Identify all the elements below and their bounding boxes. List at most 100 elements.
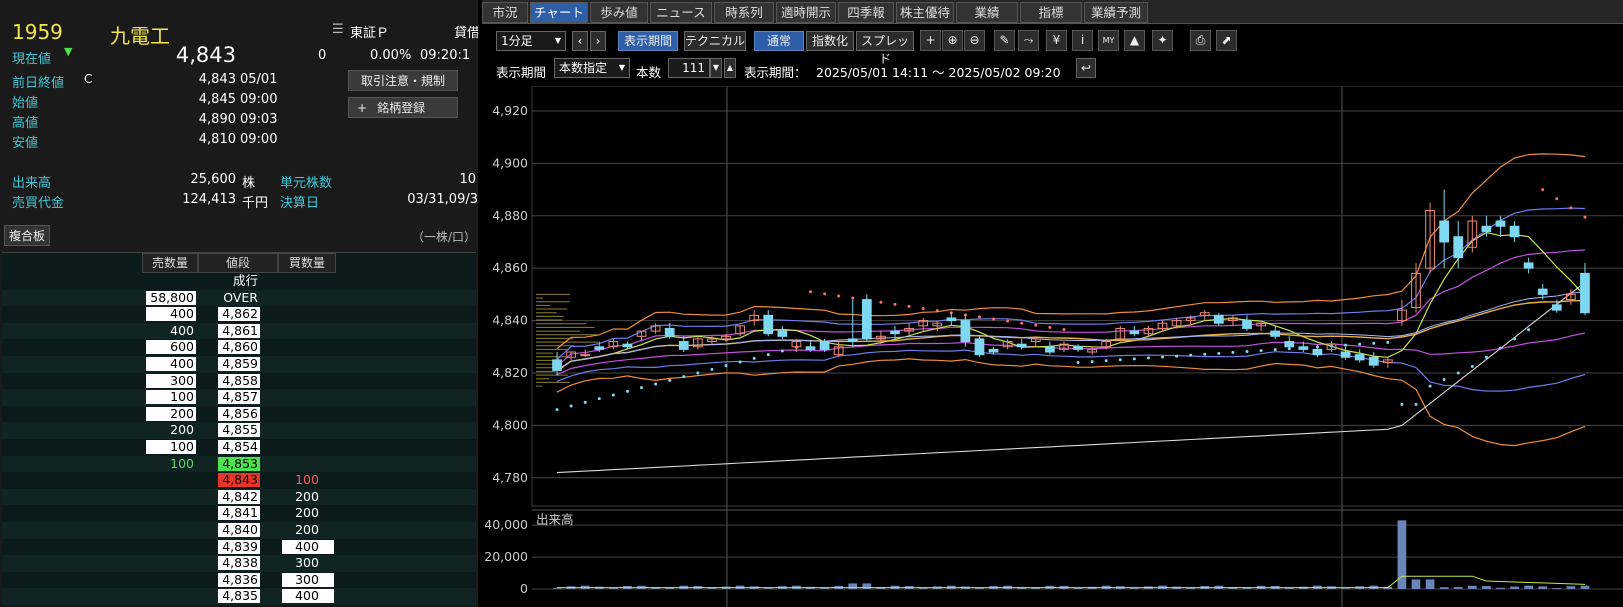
buy-qty-cell[interactable] bbox=[282, 340, 334, 354]
buy-qty-cell[interactable] bbox=[282, 291, 334, 305]
board-row[interactable]: 58,800 OVER bbox=[2, 289, 476, 307]
price-cell[interactable]: OVER bbox=[218, 290, 260, 305]
price-cell[interactable]: 成行 bbox=[218, 274, 260, 288]
board-row[interactable]: 4,842 200 bbox=[2, 488, 476, 506]
spread-button[interactable]: スプレッド bbox=[856, 31, 914, 66]
board-row[interactable]: 成行 bbox=[2, 273, 476, 290]
sell-qty-cell[interactable]: 100 bbox=[146, 456, 196, 471]
buy-qty-cell[interactable] bbox=[282, 374, 334, 388]
interval-select[interactable]: 1分足 ▼ bbox=[496, 31, 566, 51]
sell-qty-cell[interactable] bbox=[146, 473, 196, 487]
sell-qty-cell[interactable] bbox=[146, 274, 196, 288]
tab-2[interactable]: 歩み値 bbox=[590, 2, 648, 23]
price-cell[interactable]: 4,843 bbox=[218, 473, 260, 488]
cursor-icon[interactable]: ⤳ bbox=[1018, 30, 1039, 51]
sell-qty-cell[interactable] bbox=[146, 523, 196, 537]
board-row[interactable]: 100 4,854 bbox=[2, 439, 476, 456]
price-cell[interactable]: 4,842 bbox=[218, 489, 260, 504]
board-row[interactable]: 400 4,859 bbox=[2, 356, 476, 373]
compare-icon[interactable]: MY bbox=[1098, 30, 1119, 51]
buy-qty-cell[interactable] bbox=[282, 357, 334, 371]
price-cell[interactable]: 4,857 bbox=[218, 390, 260, 405]
tab-10[interactable]: 業績予測 bbox=[1084, 2, 1148, 23]
buy-qty-cell[interactable] bbox=[282, 457, 334, 471]
buy-qty-cell[interactable]: 300 bbox=[282, 572, 334, 587]
tab-8[interactable]: 業績 bbox=[956, 2, 1018, 23]
zoom-in-icon[interactable]: ⊕ bbox=[942, 30, 963, 51]
sell-qty-cell[interactable]: 200 bbox=[146, 423, 196, 437]
sell-qty-cell[interactable]: 58,800 bbox=[146, 290, 196, 305]
buy-qty-cell[interactable] bbox=[282, 390, 334, 404]
price-cell[interactable]: 4,836 bbox=[218, 572, 260, 587]
price-cell[interactable]: 4,856 bbox=[218, 406, 260, 421]
sell-qty-cell[interactable]: 300 bbox=[146, 373, 196, 388]
next-arrow-icon[interactable]: › bbox=[590, 31, 606, 51]
sell-qty-cell[interactable]: 400 bbox=[146, 307, 196, 322]
sell-qty-cell[interactable] bbox=[146, 540, 196, 554]
memo-icon[interactable]: ☰ bbox=[332, 22, 344, 37]
buy-qty-cell[interactable]: 400 bbox=[282, 589, 334, 604]
sell-qty-cell[interactable] bbox=[146, 556, 196, 570]
sell-qty-cell[interactable]: 100 bbox=[146, 390, 196, 405]
board-row[interactable]: 4,840 200 bbox=[2, 522, 476, 539]
board-row[interactable]: 100 4,853 bbox=[2, 455, 476, 473]
board-row[interactable]: 4,836 300 bbox=[2, 571, 476, 589]
print-icon[interactable]: ⎙ bbox=[1190, 30, 1211, 51]
sell-qty-cell[interactable]: 400 bbox=[146, 323, 196, 338]
count-down-icon[interactable]: ▼ bbox=[710, 58, 722, 78]
price-cell[interactable]: 4,861 bbox=[218, 323, 260, 338]
sell-qty-cell[interactable]: 100 bbox=[146, 440, 196, 454]
tab-0[interactable]: 市況 bbox=[482, 2, 528, 23]
buy-qty-cell[interactable]: 200 bbox=[282, 489, 334, 504]
buy-qty-cell[interactable] bbox=[282, 440, 334, 454]
board-title[interactable]: 複合板 bbox=[4, 225, 51, 246]
price-cell[interactable]: 4,862 bbox=[218, 307, 260, 322]
tab-3[interactable]: ニュース bbox=[650, 2, 712, 23]
technical-button[interactable]: テクニカル bbox=[684, 31, 746, 51]
board-row[interactable]: 400 4,861 bbox=[2, 322, 476, 340]
price-cell[interactable]: 4,838 bbox=[218, 556, 260, 571]
buy-qty-cell[interactable] bbox=[282, 307, 334, 321]
board-row[interactable]: 4,839 400 bbox=[2, 538, 476, 556]
zoom-out-icon[interactable]: ⊖ bbox=[964, 30, 985, 51]
sell-qty-cell[interactable] bbox=[146, 573, 196, 587]
price-cell[interactable]: 4,840 bbox=[218, 523, 260, 537]
board-row[interactable]: 4,838 300 bbox=[2, 555, 476, 573]
price-cell[interactable]: 4,858 bbox=[218, 373, 260, 388]
price-cell[interactable]: 4,835 bbox=[218, 589, 260, 604]
prev-arrow-icon[interactable]: ‹ bbox=[572, 31, 588, 51]
board-row[interactable]: 400 4,862 bbox=[2, 306, 476, 324]
price-cell[interactable]: 4,859 bbox=[218, 357, 260, 371]
price-cell[interactable]: 4,854 bbox=[218, 440, 260, 454]
buy-qty-cell[interactable] bbox=[282, 423, 334, 437]
price-chart[interactable]: 4,920 4,900 4,880 4,860 4,840 4,820 4,800 4,780… bbox=[482, 85, 1623, 607]
tab-7[interactable]: 株主優待 bbox=[896, 2, 954, 23]
price-cell[interactable]: 4,853 bbox=[218, 456, 260, 471]
period-button[interactable]: 表示期間 bbox=[618, 31, 678, 51]
buy-qty-cell[interactable]: 100 bbox=[282, 473, 334, 487]
board-row[interactable]: 200 4,856 bbox=[2, 405, 476, 423]
board-row[interactable]: 300 4,858 bbox=[2, 372, 476, 390]
board-row[interactable]: 200 4,855 bbox=[2, 422, 476, 440]
buy-qty-cell[interactable]: 300 bbox=[282, 556, 334, 570]
sell-qty-cell[interactable]: 400 bbox=[146, 357, 196, 371]
count-input[interactable]: 111 bbox=[668, 58, 710, 78]
info-icon[interactable]: i bbox=[1072, 30, 1093, 51]
board-row[interactable]: 4,841 200 bbox=[2, 505, 476, 523]
return-icon[interactable]: ↩ bbox=[1076, 58, 1096, 78]
buy-qty-cell[interactable] bbox=[282, 324, 334, 338]
tab-1[interactable]: チャート bbox=[530, 2, 588, 23]
price-cell[interactable]: 4,860 bbox=[218, 340, 260, 355]
chart-area[interactable]: 4,920 4,900 4,880 4,860 4,840 4,820 4,800 4,780… bbox=[482, 85, 1623, 607]
board-row[interactable]: 4,835 400 bbox=[2, 588, 476, 606]
export-icon[interactable]: ⬈ bbox=[1216, 30, 1237, 51]
price-cell[interactable]: 4,855 bbox=[218, 423, 260, 438]
crosshair-icon[interactable]: + bbox=[920, 30, 941, 51]
normal-button[interactable]: 通常 bbox=[754, 31, 804, 51]
count-up-icon[interactable]: ▲ bbox=[724, 58, 736, 78]
period-mode-select[interactable]: 本数指定 ▼ bbox=[554, 58, 630, 78]
buy-qty-cell[interactable]: 400 bbox=[282, 539, 334, 554]
board-row[interactable]: 600 4,860 bbox=[2, 339, 476, 357]
sell-qty-cell[interactable] bbox=[146, 589, 196, 603]
area-icon[interactable]: ▲ bbox=[1124, 30, 1145, 51]
